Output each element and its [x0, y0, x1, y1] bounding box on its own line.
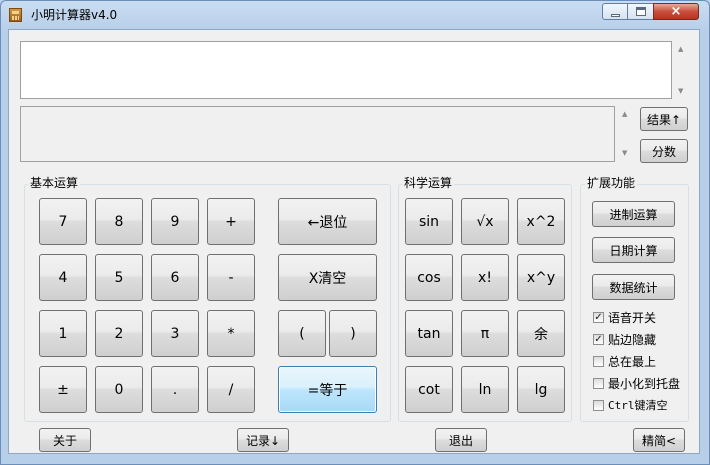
exit-button[interactable]: 退出: [435, 428, 487, 452]
key-power[interactable]: x^y: [517, 254, 565, 301]
window-title: 小明计算器v4.0: [31, 8, 118, 22]
expression-display[interactable]: [20, 41, 672, 99]
equals-button[interactable]: =等于: [278, 366, 377, 413]
key-plus-minus[interactable]: ±: [39, 366, 87, 413]
checkbox[interactable]: [593, 399, 604, 411]
science-group-label: 科学运算: [402, 176, 455, 190]
app-icon: [9, 8, 22, 22]
option-voice[interactable]: ✓ 语音开关: [593, 309, 656, 326]
scroll-up-icon[interactable]: ▲: [622, 110, 627, 118]
checkbox[interactable]: [593, 378, 604, 389]
option-edge-hide[interactable]: ✓ 贴边隐藏: [593, 331, 656, 348]
title-bar[interactable]: 小明计算器v4.0 ×: [1, 1, 709, 29]
key-lg[interactable]: lg: [517, 366, 565, 413]
minimize-icon: [611, 14, 620, 17]
key-2[interactable]: 2: [95, 310, 143, 357]
key-0[interactable]: 0: [95, 366, 143, 413]
key-1[interactable]: 1: [39, 310, 87, 357]
about-button[interactable]: 关于: [39, 428, 91, 452]
maximize-button[interactable]: [627, 3, 654, 20]
key-sqrt[interactable]: √x: [461, 198, 509, 245]
extend-group-label: 扩展功能: [585, 176, 638, 190]
clear-button[interactable]: X清空: [278, 254, 377, 301]
key-cos[interactable]: cos: [405, 254, 453, 301]
scroll-up-icon[interactable]: ▲: [678, 45, 683, 53]
record-button[interactable]: 记录↓: [237, 428, 289, 452]
key-minus[interactable]: -: [207, 254, 255, 301]
option-label: 语音开关: [608, 311, 657, 325]
key-sin[interactable]: sin: [405, 198, 453, 245]
option-ctrl-clear[interactable]: Ctrl键清空: [593, 397, 668, 413]
date-calc-button[interactable]: 日期计算: [592, 237, 675, 263]
minimize-button[interactable]: [602, 3, 628, 20]
checkbox[interactable]: [593, 356, 604, 367]
key-cot[interactable]: cot: [405, 366, 453, 413]
key-6[interactable]: 6: [151, 254, 199, 301]
option-label: 总在最上: [608, 355, 657, 369]
key-pi[interactable]: π: [461, 310, 509, 357]
result-display[interactable]: [20, 106, 615, 162]
key-plus[interactable]: +: [207, 198, 255, 245]
right-paren-button[interactable]: ): [329, 310, 377, 357]
scroll-down-icon[interactable]: ▼: [622, 149, 627, 157]
key-8[interactable]: 8: [95, 198, 143, 245]
key-7[interactable]: 7: [39, 198, 87, 245]
key-square[interactable]: x^2: [517, 198, 565, 245]
key-5[interactable]: 5: [95, 254, 143, 301]
result-up-button[interactable]: 结果↑: [640, 107, 688, 131]
basic-group-label: 基本运算: [28, 176, 81, 190]
checkbox[interactable]: ✓: [593, 312, 604, 323]
close-icon: ×: [670, 4, 682, 19]
simplify-button[interactable]: 精简<: [633, 428, 685, 452]
key-ln[interactable]: ln: [461, 366, 509, 413]
expression-scrollbar[interactable]: ▲ ▼: [675, 41, 689, 99]
close-button[interactable]: ×: [653, 3, 699, 20]
key-mod[interactable]: 余: [517, 310, 565, 357]
option-label: 贴边隐藏: [608, 333, 657, 347]
key-4[interactable]: 4: [39, 254, 87, 301]
checkbox[interactable]: ✓: [593, 334, 604, 345]
key-3[interactable]: 3: [151, 310, 199, 357]
backspace-button[interactable]: ←退位: [278, 198, 377, 245]
scroll-down-icon[interactable]: ▼: [678, 87, 683, 95]
key-tan[interactable]: tan: [405, 310, 453, 357]
fraction-button[interactable]: 分数: [640, 139, 688, 163]
base-conversion-button[interactable]: 进制运算: [592, 201, 675, 227]
data-stats-button[interactable]: 数据统计: [592, 274, 675, 300]
key-multiply[interactable]: *: [207, 310, 255, 357]
result-scrollbar[interactable]: ▲ ▼: [619, 106, 633, 162]
key-9[interactable]: 9: [151, 198, 199, 245]
key-divide[interactable]: /: [207, 366, 255, 413]
option-label: Ctrl键清空: [608, 399, 668, 412]
key-factorial[interactable]: x!: [461, 254, 509, 301]
option-label: 最小化到托盘: [608, 377, 681, 391]
key-decimal[interactable]: .: [151, 366, 199, 413]
left-paren-button[interactable]: (: [278, 310, 326, 357]
option-minimize-tray[interactable]: 最小化到托盘: [593, 375, 680, 392]
option-always-on-top[interactable]: 总在最上: [593, 353, 656, 370]
maximize-icon: [636, 7, 646, 16]
